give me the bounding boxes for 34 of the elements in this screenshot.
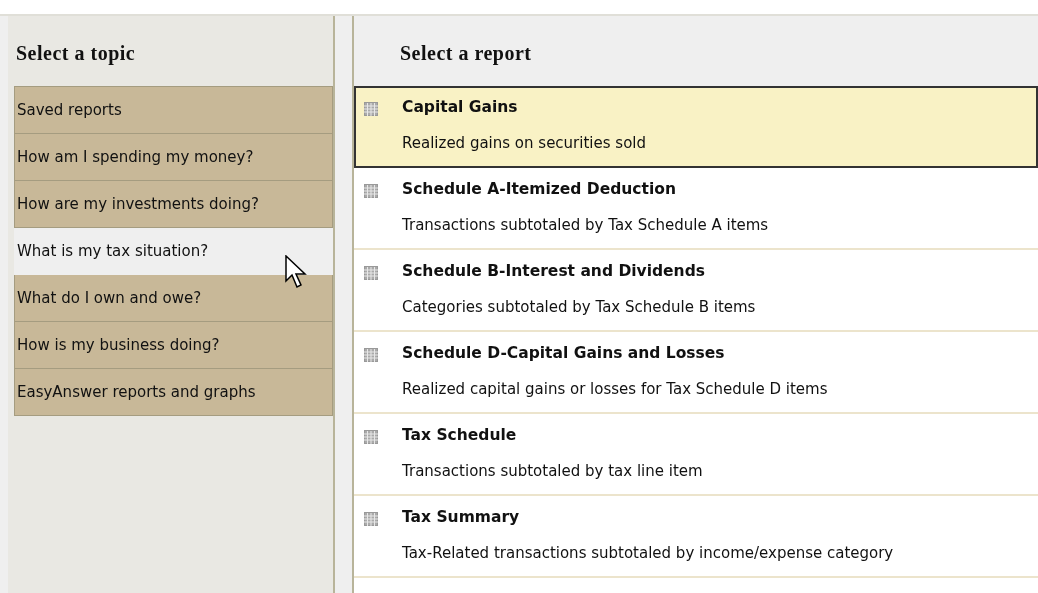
report-grid-icon — [364, 348, 378, 362]
report-grid-icon — [364, 184, 378, 198]
report-grid-icon — [364, 430, 378, 444]
report-description: Categories subtotaled by Tax Schedule B items — [402, 298, 756, 316]
mouse-pointer-icon — [285, 255, 307, 289]
report-grid-icon — [364, 266, 378, 280]
reports-heading: Select a report — [399, 41, 533, 67]
report-description: Transactions subtotaled by Tax Schedule A items — [402, 216, 769, 234]
topics-heading: Select a topic — [15, 41, 137, 67]
report-title: Tax Summary — [402, 508, 521, 526]
topic-item[interactable]: What is my tax situation? — [14, 228, 333, 275]
report-grid-icon — [364, 512, 378, 526]
report-grid-icon — [364, 102, 378, 116]
report-title: Tax Schedule — [402, 426, 518, 444]
topic-item[interactable]: How are my investments doing? — [14, 181, 333, 228]
report-title: Schedule A-Itemized Deduction — [402, 180, 677, 198]
report-description: Transactions subtotaled by tax line item — [402, 462, 703, 480]
report-item[interactable]: Tax Schedule Transactions subtotaled by tax line item — [354, 414, 1038, 496]
report-title: Schedule B-Interest and Dividends — [402, 262, 706, 280]
report-description: Realized capital gains or losses for Tax Schedule D items — [402, 380, 828, 398]
report-item[interactable]: Tax Summary Tax-Related transactions subtotaled by income/expense category — [354, 496, 1038, 578]
report-item[interactable]: Capital Gains Realized gains on securities sold — [354, 86, 1038, 168]
report-title: Capital Gains — [402, 98, 519, 116]
report-title: Schedule D-Capital Gains and Losses — [402, 344, 726, 362]
topic-item[interactable]: Saved reports — [14, 86, 333, 134]
topic-item[interactable]: EasyAnswer reports and graphs — [14, 369, 333, 416]
report-description: Realized gains on securities sold — [402, 134, 646, 152]
topic-item[interactable]: How am I spending my money? — [14, 134, 333, 181]
report-description: Tax-Related transactions subtotaled by income/expense category — [402, 544, 894, 562]
topic-item[interactable]: What do I own and owe? — [14, 275, 333, 322]
report-item[interactable]: Schedule B-Interest and Dividends Categories subtotaled by Tax Schedule B items — [354, 250, 1038, 332]
topic-item[interactable]: How is my business doing? — [14, 322, 333, 369]
report-item[interactable]: Schedule D-Capital Gains and Losses Realized capital gains or losses for Tax Schedule D items — [354, 332, 1038, 414]
report-item[interactable]: Schedule A-Itemized Deduction Transactions subtotaled by Tax Schedule A items — [354, 168, 1038, 250]
